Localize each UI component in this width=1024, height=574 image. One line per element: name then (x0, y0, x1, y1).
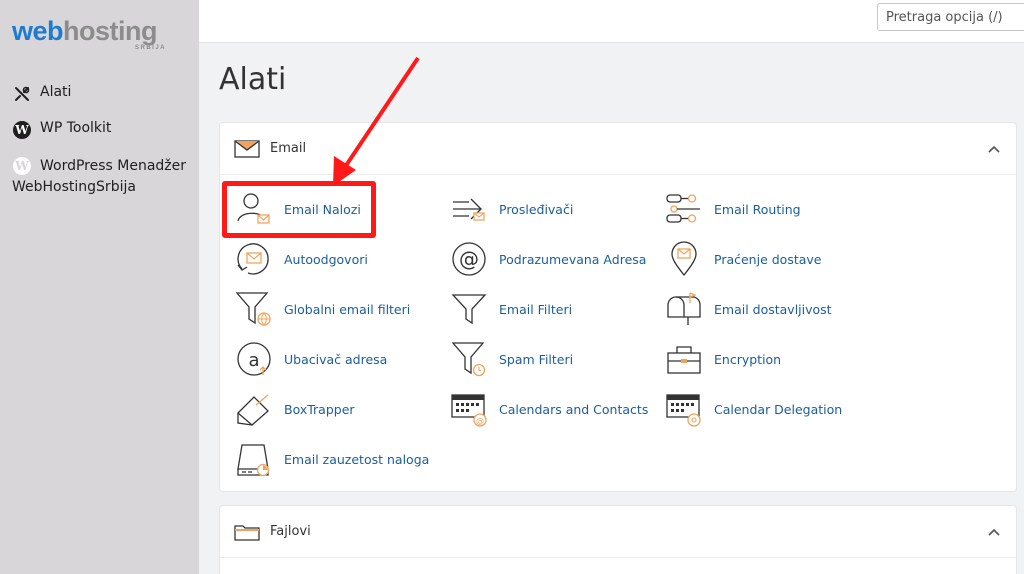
email-accounts-icon (234, 189, 274, 229)
tool-calendars-contacts[interactable]: @ Calendars and Contacts (449, 389, 648, 429)
tool-email-disk-usage[interactable]: Email zauzetost naloga (234, 439, 429, 479)
page-title: Alati (219, 62, 287, 97)
track-delivery-icon (664, 239, 704, 279)
tool-label: Encryption (714, 351, 782, 367)
autoresponders-icon (234, 239, 274, 279)
email-routing-icon (664, 189, 704, 229)
sidebar-item-wp-toolkit[interactable]: W WP Toolkit (12, 120, 111, 140)
files-section-header[interactable]: Fajlovi (220, 506, 1016, 558)
address-importer-icon: a (234, 339, 274, 379)
webhosting-logo[interactable]: webhosting SRBIJA (12, 14, 182, 62)
section-title: Fajlovi (270, 524, 311, 539)
sidebar-item-label: Alati (40, 84, 72, 100)
tool-label: Prosleđivači (499, 201, 574, 217)
tool-forwarders[interactable]: Prosleđivači (449, 189, 573, 229)
tool-label: Calendar Delegation (714, 401, 843, 417)
tool-default-address[interactable]: @ Podrazumevana Adresa (449, 239, 646, 279)
tool-label: Ubacivač adresa (284, 351, 388, 367)
sidebar-item-alati[interactable]: Alati (12, 84, 71, 104)
logo-part2: hosting (63, 16, 157, 46)
tool-label: BoxTrapper (284, 401, 355, 417)
tool-label: Email zauzetost naloga (284, 451, 430, 467)
tool-track-delivery[interactable]: Praćenje dostave (664, 239, 821, 279)
tool-label: Autoodgovori (284, 251, 368, 267)
forwarders-icon (449, 189, 489, 229)
tool-label: Globalni email filteri (284, 301, 411, 317)
tool-label: Spam Filteri (499, 351, 574, 367)
tool-address-importer[interactable]: a Ubacivač adresa (234, 339, 387, 379)
tool-spam-filters[interactable]: Spam Filteri (449, 339, 573, 379)
files-section: Fajlovi (219, 505, 1017, 574)
logo-part1: web (12, 16, 64, 46)
tool-label: Praćenje dostave (714, 251, 822, 267)
tools-icon (12, 84, 32, 104)
email-filters-icon (449, 289, 489, 329)
email-section-header[interactable]: Email (220, 123, 1016, 175)
svg-text:@: @ (476, 417, 484, 426)
folder-icon (234, 522, 260, 542)
logo-subtitle: SRBIJA (134, 45, 166, 51)
tool-label: Email Nalozi (284, 201, 361, 217)
tool-global-filters[interactable]: Globalni email filteri (234, 289, 410, 329)
default-address-icon: @ (449, 239, 489, 279)
envelope-icon (234, 139, 260, 159)
sidebar-item-wordpress-menadzer[interactable]: W WordPress Menadžer WebHostingSrbija (12, 156, 192, 198)
email-deliverability-icon (664, 289, 704, 329)
tool-boxtrapper[interactable]: BoxTrapper (234, 389, 355, 429)
tool-label: Email Filteri (499, 301, 573, 317)
tool-email-routing[interactable]: Email Routing (664, 189, 801, 229)
tool-encryption[interactable]: Encryption (664, 339, 781, 379)
tool-email-accounts[interactable]: Email Nalozi (234, 189, 361, 229)
email-section: Email Email Nalozi Prosleđivači Email Ro… (219, 122, 1017, 492)
chevron-up-icon[interactable] (988, 524, 1000, 540)
encryption-icon (664, 339, 704, 379)
chevron-up-icon[interactable] (988, 141, 1000, 157)
sidebar: webhosting SRBIJA Alati W WP Toolkit W W… (0, 0, 199, 574)
svg-text:a: a (248, 350, 259, 371)
sidebar-item-label: WP Toolkit (40, 120, 112, 136)
tool-label: Podrazumevana Adresa (499, 251, 647, 267)
svg-text:@: @ (459, 247, 479, 271)
spam-filters-icon (449, 339, 489, 379)
wordpress-icon: W (12, 120, 32, 140)
sidebar-item-label: WordPress Menadžer WebHostingSrbija (12, 158, 187, 195)
tool-autoresponders[interactable]: Autoodgovori (234, 239, 368, 279)
tool-label: Calendars and Contacts (499, 401, 649, 417)
tool-email-deliverability[interactable]: Email dostavljivost (664, 289, 832, 329)
section-title: Email (270, 141, 307, 156)
top-bar (199, 0, 1024, 43)
tool-calendar-delegation[interactable]: Calendar Delegation (664, 389, 842, 429)
tool-email-filters[interactable]: Email Filteri (449, 289, 572, 329)
tool-label: Email Routing (714, 201, 801, 217)
calendar-delegation-icon (664, 389, 704, 429)
tool-label: Email dostavljivost (714, 301, 832, 317)
calendars-contacts-icon: @ (449, 389, 489, 429)
global-filters-icon (234, 289, 274, 329)
search-input[interactable] (877, 3, 1024, 31)
boxtrapper-icon (234, 389, 274, 429)
email-disk-usage-icon (234, 439, 274, 479)
